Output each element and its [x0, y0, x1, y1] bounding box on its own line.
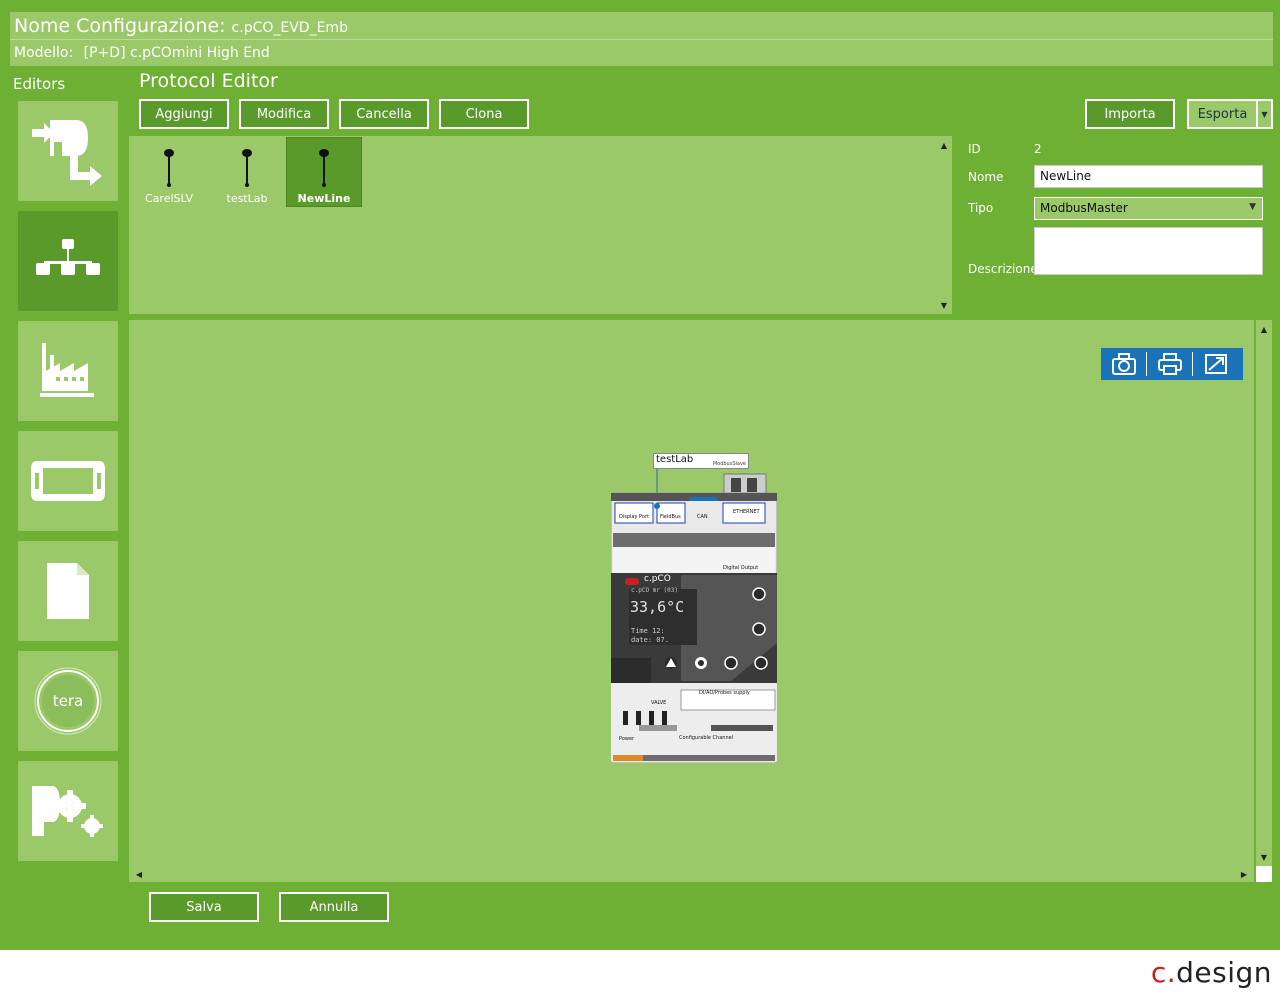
canvas-vertical-scrollbar[interactable]: ▲ ▼	[1256, 320, 1272, 866]
chevron-down-icon: ▼	[1249, 202, 1256, 212]
canvas-toolbar	[1101, 348, 1243, 380]
screen-date: date: 07.	[631, 636, 669, 644]
name-label: Nome	[968, 170, 1004, 184]
scroll-up-icon[interactable]: ▲	[936, 138, 952, 152]
save-button[interactable]: Salva	[149, 892, 259, 922]
clone-button[interactable]: Clona	[439, 99, 529, 129]
protocol-label: NewLine	[297, 192, 351, 205]
configurable-channel-label: Configurable Channel	[679, 735, 734, 741]
digital-output-label: Digital Output	[723, 565, 759, 571]
sidebar-item-tera-editor[interactable]: tera	[18, 651, 118, 751]
page-title: Protocol Editor	[139, 70, 278, 92]
sidebar-item-terminal-editor[interactable]	[18, 431, 118, 531]
scroll-up-icon[interactable]: ▲	[1256, 322, 1272, 336]
factory-icon	[40, 343, 94, 397]
logo-c: c.	[1150, 956, 1177, 989]
camera-icon	[1111, 353, 1136, 375]
fit-to-screen-button[interactable]	[1193, 348, 1238, 380]
print-button[interactable]	[1147, 348, 1192, 380]
export-button[interactable]: Esporta	[1187, 99, 1258, 129]
type-select[interactable]: ModbusMaster ▼	[1034, 197, 1263, 220]
probes-supply-label: DI/AO/Probes supply	[699, 690, 750, 696]
flow-arrows-icon	[32, 120, 102, 186]
sidebar-item-io-editor[interactable]	[18, 101, 118, 201]
scroll-down-icon[interactable]: ▼	[1256, 850, 1272, 864]
network-tree-icon	[36, 239, 100, 275]
type-label: Tipo	[968, 201, 994, 215]
snapshot-button[interactable]	[1101, 348, 1146, 380]
import-button[interactable]: Importa	[1085, 99, 1175, 129]
model-row: Modello: [P+D] c.pCOmini High End	[14, 45, 270, 61]
cpco-device[interactable]: testLab ModbusSlave c.pCO c.pCO mr (03) …	[611, 453, 777, 763]
valve-label: VALVE	[651, 700, 667, 706]
screen-line1: c.pCO mr (03)	[631, 587, 678, 594]
scroll-down-icon[interactable]: ▼	[936, 298, 952, 312]
canvas-horizontal-scrollbar[interactable]: ◀ ▶	[129, 866, 1254, 882]
protocol-item[interactable]: testLab	[209, 138, 285, 208]
document-icon	[47, 563, 89, 619]
chevron-down-icon: ▼	[1261, 109, 1268, 119]
device-brand: c.pCO	[644, 574, 671, 584]
configuration-header: Nome Configurazione: c.pCO_EVD_Emb Model…	[10, 12, 1273, 66]
model-label: Modello:	[14, 45, 74, 61]
can-label: CAN	[697, 514, 708, 520]
protocol-list-scrollbar[interactable]: ▲ ▼	[936, 136, 952, 314]
display-port-label: Display Port	[619, 514, 649, 520]
display-terminal-icon	[31, 461, 105, 501]
delete-button[interactable]: Cancella	[339, 99, 429, 129]
protocol-pin-icon	[319, 149, 329, 187]
protocol-label: testLab	[226, 192, 268, 205]
scroll-left-icon[interactable]: ◀	[131, 867, 147, 881]
footer: c.design	[0, 950, 1280, 992]
description-field[interactable]	[1034, 227, 1263, 275]
sidebar-item-plant-editor[interactable]	[18, 321, 118, 421]
ethernet-label: ETHERNET	[733, 509, 760, 515]
config-name-label: Nome Configurazione:	[14, 15, 226, 37]
printer-icon	[1157, 353, 1182, 375]
description-label: Descrizione	[968, 262, 1038, 276]
screen-temperature: 33,6°C	[630, 598, 685, 616]
tera-logo-text: tera	[53, 692, 83, 710]
header-divider	[10, 39, 1273, 40]
model-value: [P+D] c.pCOmini High End	[83, 45, 270, 61]
protocol-pin-icon	[242, 149, 252, 187]
protocol-pin-icon	[164, 149, 174, 187]
gears-icon	[32, 786, 103, 837]
cdesign-logo: c.design	[1151, 956, 1272, 989]
add-button[interactable]: Aggiungi	[139, 99, 229, 129]
config-name-value: c.pCO_EVD_Emb	[231, 20, 348, 36]
export-dropdown-button[interactable]: ▼	[1256, 99, 1273, 129]
expand-icon	[1204, 354, 1227, 374]
screen-time: Time 12:	[631, 627, 665, 635]
id-value: 2	[1034, 142, 1042, 156]
logo-design: design	[1176, 956, 1272, 989]
cancel-button[interactable]: Annulla	[279, 892, 389, 922]
protocol-label: CarelSLV	[145, 192, 193, 205]
power-label: Power	[619, 736, 635, 742]
fieldbus-label: FieldBus	[660, 514, 681, 520]
scrollbar-corner	[1256, 866, 1272, 882]
type-select-value: ModbusMaster	[1040, 201, 1128, 215]
protocol-item[interactable]: NewLine	[286, 137, 362, 207]
protocol-item[interactable]: CarelSLV	[131, 138, 207, 208]
sidebar-item-protocol-editor[interactable]	[18, 211, 118, 311]
sidebar-item-document-editor[interactable]	[18, 541, 118, 641]
protocol-list: CarelSLV testLab NewLine	[129, 136, 952, 314]
tera-logo-icon: tera	[34, 667, 102, 735]
id-label: ID	[968, 142, 981, 156]
scroll-right-icon[interactable]: ▶	[1236, 867, 1252, 881]
config-name-row: Nome Configurazione: c.pCO_EVD_Emb	[14, 15, 348, 41]
modify-button[interactable]: Modifica	[239, 99, 329, 129]
editors-title: Editors	[13, 75, 66, 93]
sidebar-item-settings-editor[interactable]	[18, 761, 118, 861]
name-field[interactable]: NewLine	[1034, 165, 1263, 188]
